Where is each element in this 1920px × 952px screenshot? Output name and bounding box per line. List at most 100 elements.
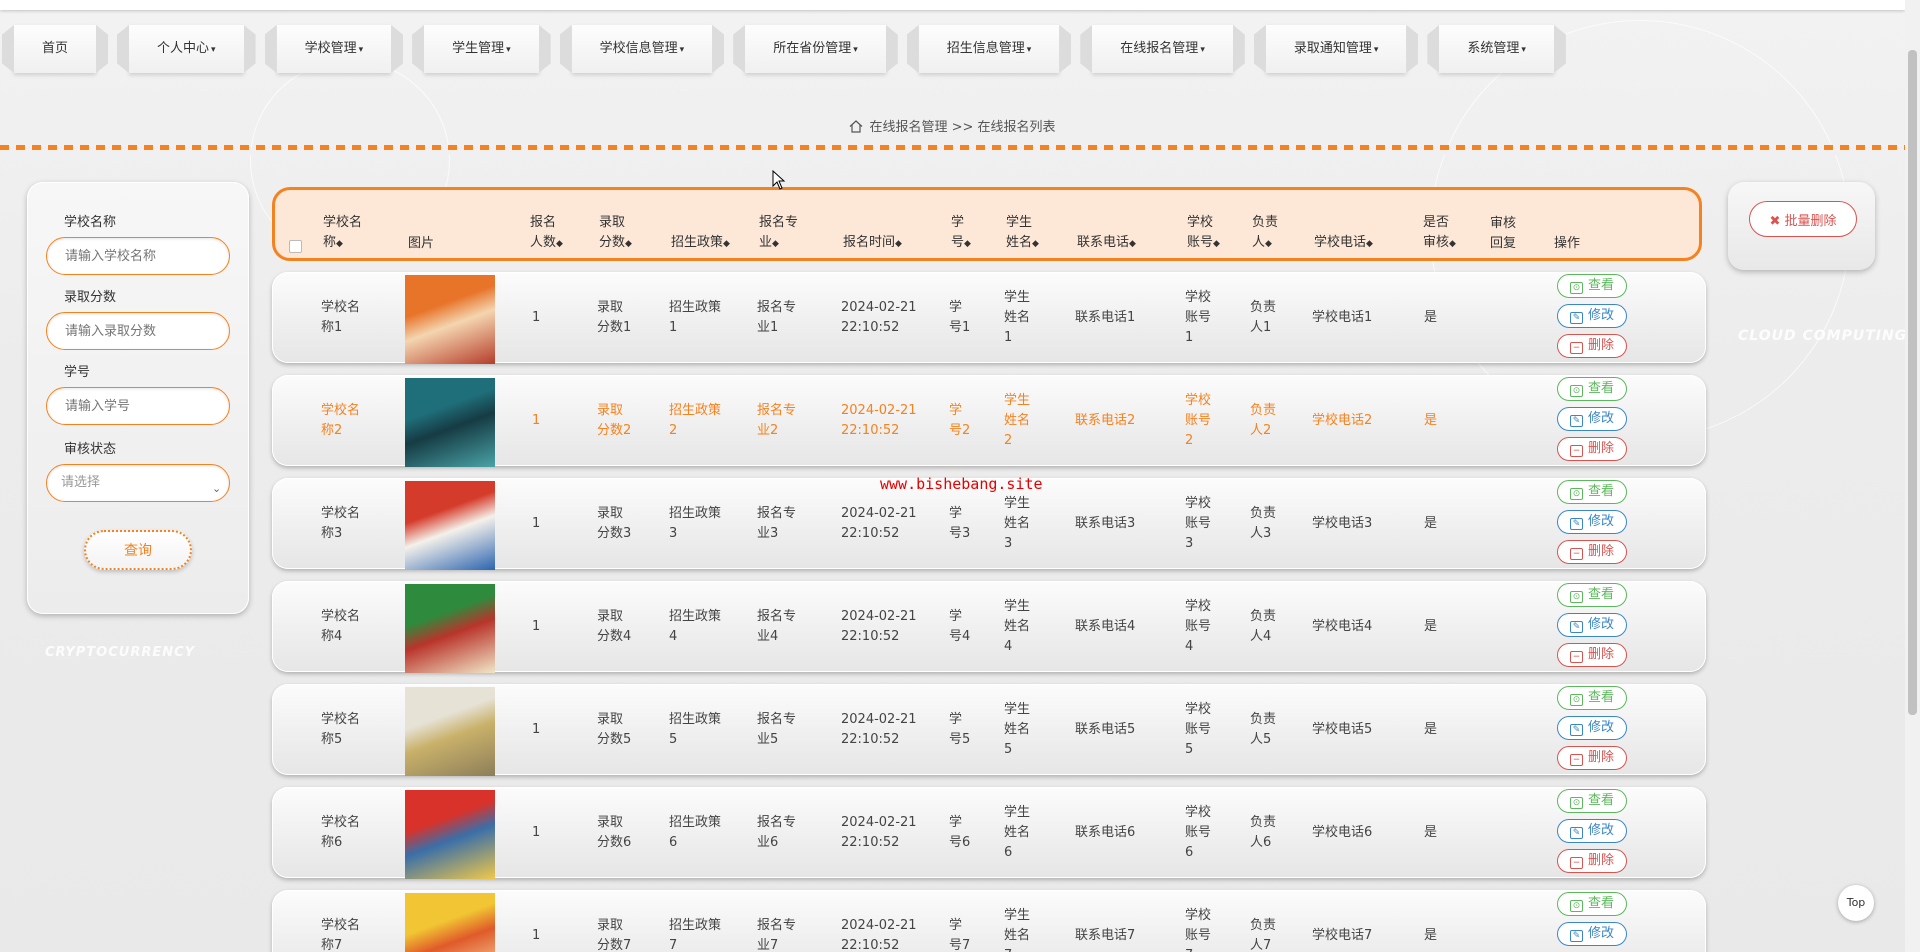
cell-text: 2024-02-21 — [841, 403, 917, 418]
sort-icon[interactable]: ◆ — [625, 239, 632, 249]
column-header-person[interactable]: 负责 人◆ — [1252, 213, 1278, 254]
column-header-sname[interactable]: 学生 姓名◆ — [1006, 213, 1039, 254]
sort-icon[interactable]: ◆ — [1265, 239, 1272, 249]
table-row[interactable]: 学校名 称4 1 录取 分数4 招生政策 4 报名专 业4 2024-02-21 22:10:52 学… — [272, 581, 1706, 673]
home-icon[interactable] — [849, 120, 863, 133]
nav-item[interactable]: 系统管理 ▾ — [1439, 25, 1554, 73]
sort-icon[interactable]: ◆ — [1032, 239, 1039, 249]
edit-button[interactable]: ✎ 修改 — [1557, 304, 1627, 328]
cell-text: 账号 — [1185, 928, 1212, 943]
edit-button[interactable]: ✎ 修改 — [1557, 407, 1627, 431]
table-row[interactable]: 学校名 称2 1 录取 分数2 招生政策 2 报名专 业2 2024-02-21 22:10:52 学… — [272, 375, 1706, 467]
nav-item[interactable]: 招生信息管理 ▾ — [918, 25, 1060, 73]
edit-button[interactable]: ✎ 修改 — [1557, 819, 1627, 843]
cell-policy: 招生政策 7 — [669, 916, 721, 952]
column-header-phone[interactable]: 联系电话◆ — [1077, 233, 1136, 254]
column-header-audit[interactable]: 是否 审核◆ — [1423, 213, 1456, 254]
cell-school: 学校名 称1 — [321, 298, 360, 338]
table-row[interactable]: 学校名 称7 1 录取 分数7 招生政策 7 报名专 业7 2024-02-21 22:10:52 学… — [272, 890, 1706, 952]
column-header-score[interactable]: 录取 分数◆ — [599, 213, 632, 254]
sort-icon[interactable]: ◆ — [1449, 239, 1456, 249]
scrollbar-thumb[interactable] — [1908, 50, 1917, 715]
view-label: 查看 — [1587, 690, 1614, 705]
batch-delete-button[interactable]: ✖ 批量删除 — [1749, 201, 1857, 237]
nav-item[interactable]: 录取通知管理 ▾ — [1265, 25, 1407, 73]
cell-sphone: 学校电话7 — [1312, 928, 1373, 943]
column-header-account[interactable]: 学校 账号◆ — [1187, 213, 1220, 254]
cell-text: 姓名 — [1004, 928, 1031, 943]
score-input[interactable] — [46, 312, 230, 350]
cell-policy: 招生政策 4 — [669, 607, 721, 647]
delete-button[interactable]: − 删除 — [1557, 643, 1627, 667]
edit-button[interactable]: ✎ 修改 — [1557, 922, 1627, 946]
column-header-text: 招生政策 — [671, 235, 724, 250]
column-header-sphone[interactable]: 学校电话◆ — [1314, 233, 1373, 254]
cell-phone: 联系电话3 — [1075, 516, 1136, 531]
cell-audit: 是 — [1424, 516, 1438, 531]
nav-item[interactable]: 学生管理 ▾ — [424, 25, 539, 73]
audit-status-select[interactable]: 请选择 — [46, 464, 230, 502]
nav-item-label: 学生管理 — [452, 41, 505, 56]
view-button[interactable]: ⊙ 查看 — [1557, 892, 1627, 916]
query-button[interactable]: 查询 — [84, 530, 192, 570]
cell-text: 报名专 — [757, 300, 797, 315]
table-row[interactable]: 学校名 称1 1 录取 分数1 招生政策 1 报名专 业1 2024-02-21 22:10:52 学… — [272, 272, 1706, 364]
delete-button[interactable]: − 删除 — [1557, 849, 1627, 873]
sort-icon[interactable]: ◆ — [336, 239, 343, 249]
column-header-policy[interactable]: 招生政策◆ — [671, 233, 730, 254]
sort-icon[interactable]: ◆ — [556, 239, 563, 249]
column-header-sid[interactable]: 学号◆ — [951, 213, 971, 254]
nav-item[interactable]: 学校信息管理 ▾ — [571, 25, 713, 73]
view-button[interactable]: ⊙ 查看 — [1557, 377, 1627, 401]
cell-text: 报名专 — [757, 609, 797, 624]
cell-text: 22:10:52 — [841, 835, 900, 850]
table-row[interactable]: 学校名 称6 1 录取 分数6 招生政策 6 报名专 业6 2024-02-21 22:10:52 学… — [272, 787, 1706, 879]
student-id-label: 学号 — [64, 365, 91, 380]
view-button[interactable]: ⊙ 查看 — [1557, 789, 1627, 813]
delete-button[interactable]: − 删除 — [1557, 540, 1627, 564]
breadcrumb-section[interactable]: 在线报名管理 — [869, 120, 947, 135]
back-to-top-button[interactable]: Top — [1838, 885, 1874, 921]
sort-icon[interactable]: ◆ — [723, 239, 730, 249]
column-header-major[interactable]: 报名专 业◆ — [759, 213, 798, 254]
sort-icon[interactable]: ◆ — [772, 239, 779, 249]
edit-button[interactable]: ✎ 修改 — [1557, 613, 1627, 637]
delete-button[interactable]: − 删除 — [1557, 437, 1627, 461]
nav-item[interactable]: 个人中心 ▾ — [129, 25, 244, 73]
cell-text: 业7 — [757, 938, 779, 952]
sort-icon[interactable]: ◆ — [1366, 239, 1373, 249]
cell-sid: 学号3 — [949, 504, 970, 544]
cell-text: 学校名 — [321, 300, 361, 315]
cell-school: 学校名 称7 — [321, 916, 360, 952]
view-button[interactable]: ⊙ 查看 — [1557, 686, 1627, 710]
cell-person: 负责 人1 — [1250, 298, 1276, 338]
sort-icon[interactable]: ◆ — [895, 239, 902, 249]
view-button[interactable]: ⊙ 查看 — [1557, 480, 1627, 504]
cell-text: 号5 — [949, 732, 971, 747]
sort-icon[interactable]: ◆ — [1213, 239, 1220, 249]
sort-icon[interactable]: ◆ — [1129, 239, 1136, 249]
view-button[interactable]: ⊙ 查看 — [1557, 274, 1627, 298]
nav-item[interactable]: 首页 — [14, 25, 97, 73]
edit-button[interactable]: ✎ 修改 — [1557, 510, 1627, 534]
edit-button[interactable]: ✎ 修改 — [1557, 716, 1627, 740]
school-name-input[interactable] — [46, 237, 230, 275]
column-header-school[interactable]: 学校名 称◆ — [323, 213, 362, 254]
nav-item[interactable]: 学校管理 ▾ — [276, 25, 392, 73]
column-header-time[interactable]: 报名时间◆ — [843, 233, 902, 254]
table-row[interactable]: 学校名 称5 1 录取 分数5 招生政策 5 报名专 业5 2024-02-21 22:10:52 学… — [272, 684, 1706, 776]
delete-button[interactable]: − 删除 — [1557, 334, 1627, 358]
view-icon: ⊙ — [1569, 385, 1583, 397]
nav-item[interactable]: 在线报名管理 ▾ — [1092, 25, 1233, 73]
student-id-input[interactable] — [46, 387, 230, 425]
column-header-count[interactable]: 报名 人数◆ — [530, 213, 563, 254]
nav-item[interactable]: 所在省份管理 ▾ — [745, 25, 886, 73]
cell-count: 1 — [532, 928, 541, 943]
view-button[interactable]: ⊙ 查看 — [1557, 583, 1627, 607]
breadcrumb: 在线报名管理 >> 在线报名列表 — [0, 116, 1905, 135]
select-all-checkbox[interactable] — [289, 240, 302, 253]
cell-text: 4 — [1185, 639, 1194, 654]
delete-button[interactable]: − 删除 — [1557, 746, 1627, 770]
sort-icon[interactable]: ◆ — [964, 239, 971, 249]
nav-item-label: 录取通知管理 — [1293, 41, 1372, 56]
